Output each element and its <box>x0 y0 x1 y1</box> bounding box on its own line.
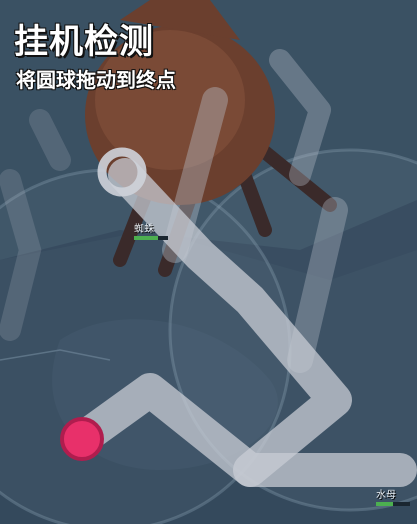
unit-tag-upper: 蜘蛛 <box>134 220 168 240</box>
instruction-text: 将圆球拖动到终点 <box>16 68 176 92</box>
unit-tag-lower: 水母 <box>376 486 410 506</box>
page-title: 挂机检测 <box>14 22 154 62</box>
drag-ball[interactable] <box>60 417 104 461</box>
health-bar <box>134 236 168 240</box>
unit-name: 蜘蛛 <box>134 224 154 235</box>
unit-name: 水母 <box>376 490 396 501</box>
game-stage: 挂机检测 将圆球拖动到终点 蜘蛛 水母 <box>0 0 417 524</box>
health-bar <box>376 502 410 506</box>
